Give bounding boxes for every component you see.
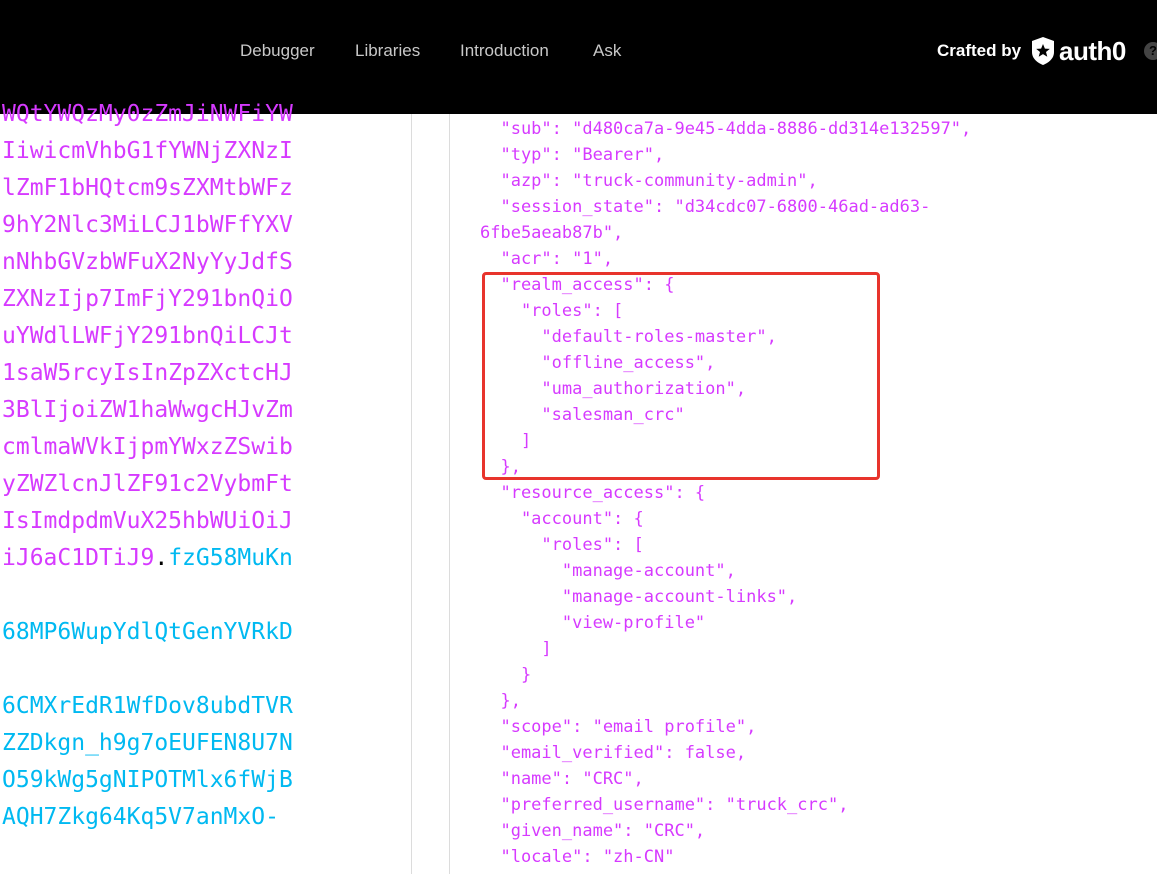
payload-line: 3BlIjoiZW1haWwgcHJvZm bbox=[2, 397, 293, 423]
nav-libraries[interactable]: Libraries bbox=[355, 40, 420, 62]
signature-line: AQH7Zkg64Kq5V7anMxO- bbox=[2, 804, 279, 830]
json-line: "name": "CRC", bbox=[480, 769, 644, 789]
panel-divider bbox=[449, 114, 450, 874]
json-line: "acr": "1", bbox=[480, 249, 614, 269]
signature-line: ZZDkgn_h9g7oEUFEN8U7N bbox=[2, 730, 293, 756]
json-line: "email_verified": false, bbox=[480, 743, 747, 763]
json-line: "azp": "truck-community-admin", bbox=[480, 171, 818, 191]
json-line: 6fbe5aeab87b", bbox=[480, 223, 624, 243]
payload-signature-line: iJ6aC1DTiJ9.fzG58MuKn bbox=[2, 540, 293, 577]
payload-line: WQtYWQzMy0zZmJiNWFiYW bbox=[2, 101, 293, 127]
auth0-star-icon bbox=[1032, 37, 1054, 65]
json-line: "session_state": "d34cdc07-6800-46ad-ad6… bbox=[480, 197, 931, 217]
json-line: "resource_access": { bbox=[480, 483, 706, 503]
json-line: "given_name": "CRC", bbox=[480, 821, 706, 841]
payload-line: ZXNzIjp7ImFjY291bnQiO bbox=[2, 286, 293, 312]
payload-line: cmlmaWVkIjpmYWxzZSwib bbox=[2, 434, 293, 460]
payload-end: iJ6aC1DTiJ9 bbox=[2, 545, 155, 571]
payload-line: yZWZlcnJlZF91c2VybmFt bbox=[2, 471, 293, 497]
payload-line: 9hY2Nlc3MiLCJ1bWFfYXV bbox=[2, 212, 293, 238]
json-line: "view-profile" bbox=[480, 613, 706, 633]
json-line: }, bbox=[480, 691, 521, 711]
json-line: "preferred_username": "truck_crc", bbox=[480, 795, 849, 815]
signature-line: 6CMXrEdR1WfDov8ubdTVR bbox=[2, 693, 293, 719]
payload-line: IsImdpdmVuX25hbWUiOiJ bbox=[2, 508, 293, 534]
signature-line: 68MP6WupYdlQtGenYVRkD bbox=[2, 619, 293, 645]
json-line: "scope": "email profile", bbox=[480, 717, 757, 737]
json-line: "manage-account-links", bbox=[480, 587, 798, 607]
json-line: "roles": [ bbox=[480, 535, 644, 555]
realm-access-highlight bbox=[482, 272, 880, 480]
decoded-payload-json[interactable]: "sub": "d480ca7a-9e45-4dda-8886-dd314e13… bbox=[480, 116, 1157, 874]
auth0-logo[interactable]: auth0 bbox=[1030, 34, 1126, 68]
payload-line: uYWdlLWFjY291bnQiLCJt bbox=[2, 323, 293, 349]
json-line: "manage-account", bbox=[480, 561, 736, 581]
payload-line: 1saW5rcyIsInZpZXctcHJ bbox=[2, 360, 293, 386]
auth0-wordmark: auth0 bbox=[1059, 35, 1126, 66]
nav-ask[interactable]: Ask bbox=[593, 40, 621, 62]
help-icon[interactable]: ? bbox=[1144, 42, 1157, 60]
json-line: "sub": "d480ca7a-9e45-4dda-8886-dd314e13… bbox=[480, 119, 972, 139]
json-line: "typ": "Bearer", bbox=[480, 145, 665, 165]
payload-line: nNhbGVzbWFuX2NyYyJdfS bbox=[2, 249, 293, 275]
signature-start: fzG58MuKn bbox=[168, 545, 293, 571]
json-line: ] bbox=[480, 639, 552, 659]
payload-line: lZmF1bHQtcm9sZXMtbWFz bbox=[2, 175, 293, 201]
payload-line: IiwicmVhbG1fYWNjZXNzI bbox=[2, 138, 293, 164]
panel-divider bbox=[411, 114, 412, 874]
json-line: "account": { bbox=[480, 509, 644, 529]
json-line: "locale": "zh-CN" bbox=[480, 847, 675, 867]
encoded-token-panel[interactable]: WQtYWQzMy0zZmJiNWFiYW IiwicmVhbG1fYWNjZX… bbox=[0, 96, 411, 874]
json-line: } bbox=[480, 665, 532, 685]
nav-debugger[interactable]: Debugger bbox=[240, 40, 315, 62]
nav-introduction[interactable]: Introduction bbox=[460, 40, 549, 62]
signature-line: O59kWg5gNIPOTMlx6fWjB bbox=[2, 767, 293, 793]
crafted-by-label: Crafted by bbox=[937, 41, 1022, 60]
token-dot-separator: . bbox=[154, 545, 169, 571]
